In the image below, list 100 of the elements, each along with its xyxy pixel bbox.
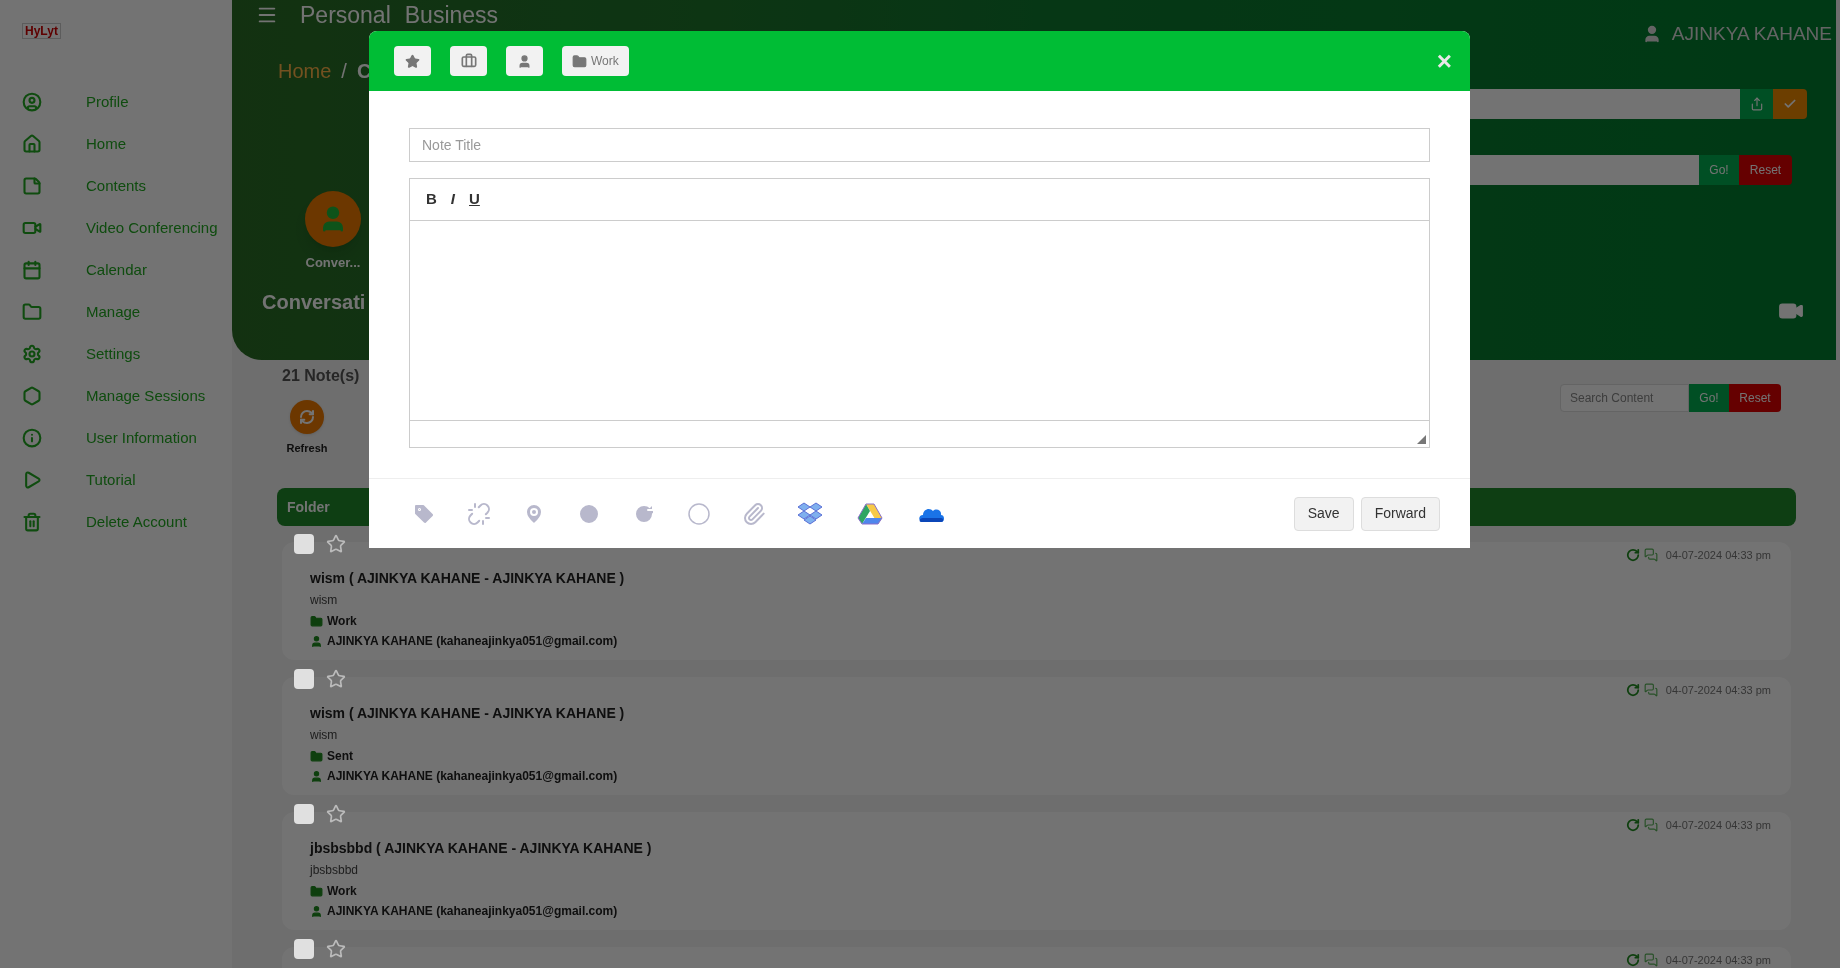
sidebar-item[interactable]: Tutorial: [0, 459, 232, 501]
chat-icon[interactable]: [1643, 818, 1658, 833]
refresh-label: Refresh: [286, 441, 328, 456]
confirm-button[interactable]: [1773, 88, 1807, 119]
user-icon: [517, 53, 532, 69]
sidebar-item[interactable]: Manage Sessions: [0, 375, 232, 417]
briefcase-icon: [460, 53, 477, 69]
folder-icon: [310, 614, 323, 628]
note-preview: jbsbsbbd: [310, 862, 359, 878]
note-timestamp: 04-07-2024 04:33 pm: [1665, 683, 1771, 698]
go-button[interactable]: Go!: [1699, 154, 1739, 185]
sidebar-item[interactable]: Calendar: [0, 249, 232, 291]
favorite-button[interactable]: [394, 46, 431, 76]
note-preview: wism: [310, 592, 338, 608]
note-timestamp: 04-07-2024 04:33 pm: [1665, 548, 1771, 563]
paperclip-icon[interactable]: [742, 501, 766, 526]
star-icon: [405, 53, 420, 69]
user-icon: [310, 904, 323, 918]
checkbox[interactable]: [294, 804, 314, 824]
chat-icon[interactable]: [1643, 953, 1658, 968]
chat-icon[interactable]: [1643, 548, 1658, 563]
user-icon: [310, 634, 323, 648]
user-icon: [310, 769, 323, 783]
sidebar-item[interactable]: Home: [0, 123, 232, 165]
chat-icon[interactable]: [1643, 683, 1658, 698]
close-button[interactable]: ×: [1436, 48, 1452, 74]
note-icon: [22, 176, 42, 196]
sidebar-item[interactable]: Profile: [0, 81, 232, 123]
note-preview: wism: [310, 727, 338, 743]
note-title: jbsbsbbd ( AJINKYA KAHANE - AJINKYA KAHANE ): [310, 839, 653, 858]
sidebar-item[interactable]: Delete Account: [0, 501, 232, 543]
refresh-button[interactable]: [290, 400, 324, 434]
page-title: Business: [404, 2, 499, 28]
sidebar-item[interactable]: Settings: [0, 333, 232, 375]
note-card[interactable]: 04-07-2024 04:33 pm jbsbsbbd ( AJINKYA KAHANE - AJINKYA KAHANE ) jbsbsbbd Work AJINKYA KAHANE (kahaneajinkya051@gmail.com): [282, 812, 1791, 930]
format-button[interactable]: I: [450, 188, 455, 211]
sidebar-item[interactable]: Contents: [0, 165, 232, 207]
format-button[interactable]: U: [469, 188, 480, 211]
folder-icon: [310, 884, 323, 898]
sidebar-item[interactable]: Video Conferencing: [0, 207, 232, 249]
checkbox[interactable]: [294, 534, 314, 554]
resize-handle-icon[interactable]: [1417, 435, 1426, 444]
checkbox[interactable]: [294, 669, 314, 689]
breadcrumb-link[interactable]: Home: [278, 56, 332, 86]
note-owner: AJINKYA KAHANE (kahaneajinkya051@gmail.com): [327, 768, 618, 785]
folder-icon: [572, 53, 587, 69]
business-button[interactable]: [450, 46, 487, 76]
section-title: Conversati: [262, 289, 366, 315]
circle-icon[interactable]: [687, 501, 711, 526]
folder-bar-label: Folder: [287, 497, 330, 517]
trash-icon: [22, 512, 42, 532]
checkbox[interactable]: [294, 939, 314, 959]
note-timestamp: 04-07-2024 04:33 pm: [1665, 818, 1771, 833]
broken-link-icon[interactable]: [467, 501, 491, 526]
refresh-icon: [299, 409, 315, 425]
note-title: wism ( AJINKYA KAHANE - AJINKYA KAHANE ): [310, 704, 626, 723]
logo[interactable]: HyLyt: [22, 23, 61, 39]
note-card[interactable]: 04-07-2024 04:33 pm: [282, 947, 1791, 968]
sync-icon[interactable]: [1625, 683, 1640, 698]
star-icon[interactable]: [326, 804, 346, 824]
info-icon: [22, 428, 42, 448]
folder-button[interactable]: Work: [562, 46, 629, 76]
note-title-field[interactable]: Note Title: [409, 128, 1430, 162]
note-card[interactable]: 04-07-2024 04:33 pm wism ( AJINKYA KAHANE - AJINKYA KAHANE ) wism Sent AJINKYA KAHANE (kahaneajinkya051@gmail.com): [282, 677, 1791, 795]
shortcut-label: Conver...: [305, 254, 361, 272]
home-icon: [22, 134, 42, 154]
note-folder: Sent: [327, 748, 353, 765]
sidebar-item[interactable]: Manage: [0, 291, 232, 333]
format-button[interactable]: B: [426, 188, 437, 211]
forward-button[interactable]: Forward: [1360, 496, 1440, 531]
conversation-shortcut[interactable]: [305, 191, 361, 247]
reset-button[interactable]: Reset: [1729, 384, 1781, 412]
save-button[interactable]: Save: [1293, 496, 1354, 531]
share-button[interactable]: [1740, 88, 1773, 119]
note-owner: AJINKYA KAHANE (kahaneajinkya051@gmail.com): [327, 633, 618, 650]
share-icon: [1749, 96, 1764, 111]
note-folder: Work: [327, 613, 357, 630]
reset-button[interactable]: Reset: [1739, 154, 1792, 185]
dropbox-icon[interactable]: [797, 501, 823, 526]
sync-icon[interactable]: [1625, 953, 1640, 968]
note-owner: AJINKYA KAHANE (kahaneajinkya051@gmail.com): [327, 903, 618, 920]
star-icon[interactable]: [326, 939, 346, 959]
sidebar-item[interactable]: User Information: [0, 417, 232, 459]
drive-icon[interactable]: [857, 502, 883, 525]
hexagon-icon: [22, 386, 42, 406]
rich-text-editor[interactable]: B I U: [409, 178, 1430, 448]
page-title: Personal: [300, 2, 391, 28]
star-icon[interactable]: [326, 669, 346, 689]
profile-icon: [22, 92, 42, 112]
personal-button[interactable]: [506, 46, 543, 76]
star-icon[interactable]: [326, 534, 346, 554]
breadcrumb-separator: /: [341, 59, 347, 84]
sync-icon[interactable]: [1625, 818, 1640, 833]
go-button[interactable]: Go!: [1689, 384, 1729, 412]
note-card[interactable]: 04-07-2024 04:33 pm wism ( AJINKYA KAHANE - AJINKYA KAHANE ) wism Work AJINKYA KAHANE (kahaneajinkya051@gmail.com): [282, 542, 1791, 660]
sync-icon[interactable]: [1625, 548, 1640, 563]
play-icon: [22, 470, 42, 490]
user-name[interactable]: AJINKYA KAHANE: [1671, 20, 1832, 49]
note-title: wism ( AJINKYA KAHANE - AJINKYA KAHANE ): [310, 569, 626, 588]
note-timestamp: 04-07-2024 04:33 pm: [1665, 953, 1771, 968]
